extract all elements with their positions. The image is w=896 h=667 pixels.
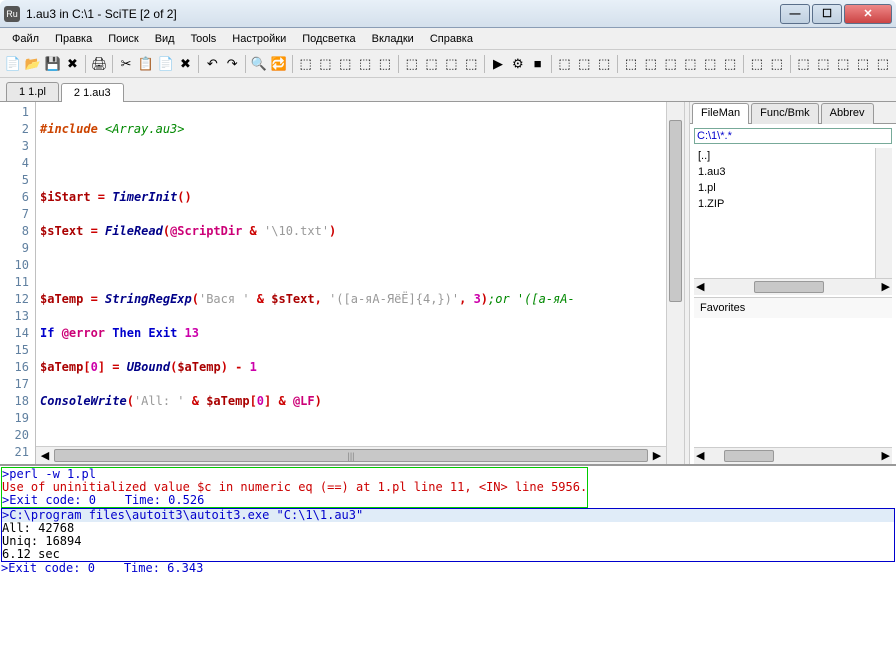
cut-icon[interactable]: ✂ [117,55,135,73]
window-titlebar: Ru 1.au3 in C:\1 - SciTE [2 of 2] — ☐ ✕ [0,0,896,28]
menu-file[interactable]: Файл [4,30,47,48]
tool-icon[interactable]: ⬚ [622,55,640,73]
app-icon: Ru [4,6,20,22]
tool-icon[interactable]: ⬚ [556,55,574,73]
file-item[interactable]: 1.ZIP [694,196,892,212]
menu-highlight[interactable]: Подсветка [294,30,363,48]
menu-view[interactable]: Вид [147,30,183,48]
tab-1-au3[interactable]: 2 1.au3 [61,83,124,102]
file-item[interactable]: 1.au3 [694,164,892,180]
tab-func-bmk[interactable]: Func/Bmk [751,103,819,124]
paste-icon[interactable]: 📄 [157,55,175,73]
tool-icon[interactable]: ⬚ [701,55,719,73]
path-input[interactable] [694,128,892,144]
new-icon[interactable]: 📄 [4,55,22,73]
tool-icon[interactable]: ⬚ [575,55,593,73]
menu-edit[interactable]: Правка [47,30,100,48]
compile-icon[interactable]: ⚙ [509,55,527,73]
replace-icon[interactable]: 🔁 [270,55,288,73]
filelist-hscrollbar[interactable]: ◀▶ [694,278,892,295]
tool-icon[interactable]: ⬚ [834,55,852,73]
editor-vscrollbar[interactable] [666,102,684,464]
tool-icon[interactable]: ⬚ [721,55,739,73]
tool-icon[interactable]: ⬚ [595,55,613,73]
minimize-button[interactable]: — [780,4,810,24]
tool-icon[interactable]: ⬚ [814,55,832,73]
file-list[interactable]: [..] 1.au3 1.pl 1.ZIP [694,148,892,278]
tool-icon[interactable]: ⬚ [642,55,660,73]
close-button[interactable]: ✕ [844,4,892,24]
tool-icon[interactable]: ⬚ [795,55,813,73]
tool-icon[interactable]: ⬚ [768,55,786,73]
run-icon[interactable]: ▶ [489,55,507,73]
line-number-gutter: 123456789101112131415161718192021 [0,102,36,464]
maximize-button[interactable]: ☐ [812,4,842,24]
undo-icon[interactable]: ↶ [203,55,221,73]
file-item[interactable]: 1.pl [694,180,892,196]
tool-icon[interactable]: ⬚ [336,55,354,73]
side-hscrollbar[interactable]: ◀▶ [694,447,892,464]
menu-search[interactable]: Поиск [100,30,146,48]
main-toolbar: 📄 📂 💾 ✖ 🖨 ✂ 📋 📄 ✖ ↶ ↷ 🔍 🔁 ⬚ ⬚ ⬚ ⬚ ⬚ ⬚ ⬚ … [0,50,896,78]
tool-icon[interactable]: ⬚ [748,55,766,73]
tool-icon[interactable]: ⬚ [662,55,680,73]
tool-icon[interactable]: ⬚ [442,55,460,73]
filelist-vscrollbar[interactable] [875,148,892,278]
tool-icon[interactable]: ⬚ [376,55,394,73]
close-icon[interactable]: ✖ [63,55,81,73]
menu-settings[interactable]: Настройки [224,30,294,48]
tool-icon[interactable]: ⬚ [462,55,480,73]
print-icon[interactable]: 🖨 [90,55,108,73]
tool-icon[interactable]: ⬚ [874,55,892,73]
menu-help[interactable]: Справка [422,30,481,48]
delete-icon[interactable]: ✖ [177,55,195,73]
file-item-parent[interactable]: [..] [694,148,892,164]
window-title: 1.au3 in C:\1 - SciTE [2 of 2] [26,7,780,21]
output-pane[interactable]: >perl -w 1.pl Use of uninitialized value… [0,464,896,659]
menu-bar: Файл Правка Поиск Вид Tools Настройки По… [0,28,896,50]
open-icon[interactable]: 📂 [24,55,42,73]
side-panel: FileMan Func/Bmk Abbrev [..] 1.au3 1.pl … [690,102,896,464]
menu-tabs[interactable]: Вкладки [364,30,422,48]
document-tabs: 1 1.pl 2 1.au3 [0,78,896,102]
code-editor[interactable]: #include <Array.au3> $iStart = TimerInit… [36,102,666,446]
redo-icon[interactable]: ↷ [223,55,241,73]
stop-icon[interactable]: ■ [529,55,547,73]
tool-icon[interactable]: ⬚ [854,55,872,73]
tool-icon[interactable]: ⬚ [317,55,335,73]
editor-pane: 123456789101112131415161718192021 #inclu… [0,102,684,464]
tool-icon[interactable]: ⬚ [423,55,441,73]
tab-fileman[interactable]: FileMan [692,103,749,124]
tool-icon[interactable]: ⬚ [403,55,421,73]
tab-abbrev[interactable]: Abbrev [821,103,874,124]
tool-icon[interactable]: ⬚ [682,55,700,73]
favorites-header[interactable]: Favorites [694,297,892,318]
find-icon[interactable]: 🔍 [250,55,268,73]
tool-icon[interactable]: ⬚ [356,55,374,73]
save-icon[interactable]: 💾 [44,55,62,73]
tool-icon[interactable]: ⬚ [297,55,315,73]
tab-1-pl[interactable]: 1 1.pl [6,82,59,101]
copy-icon[interactable]: 📋 [137,55,155,73]
editor-hscrollbar[interactable]: ◀|||▶ [36,446,666,464]
menu-tools[interactable]: Tools [183,30,225,48]
